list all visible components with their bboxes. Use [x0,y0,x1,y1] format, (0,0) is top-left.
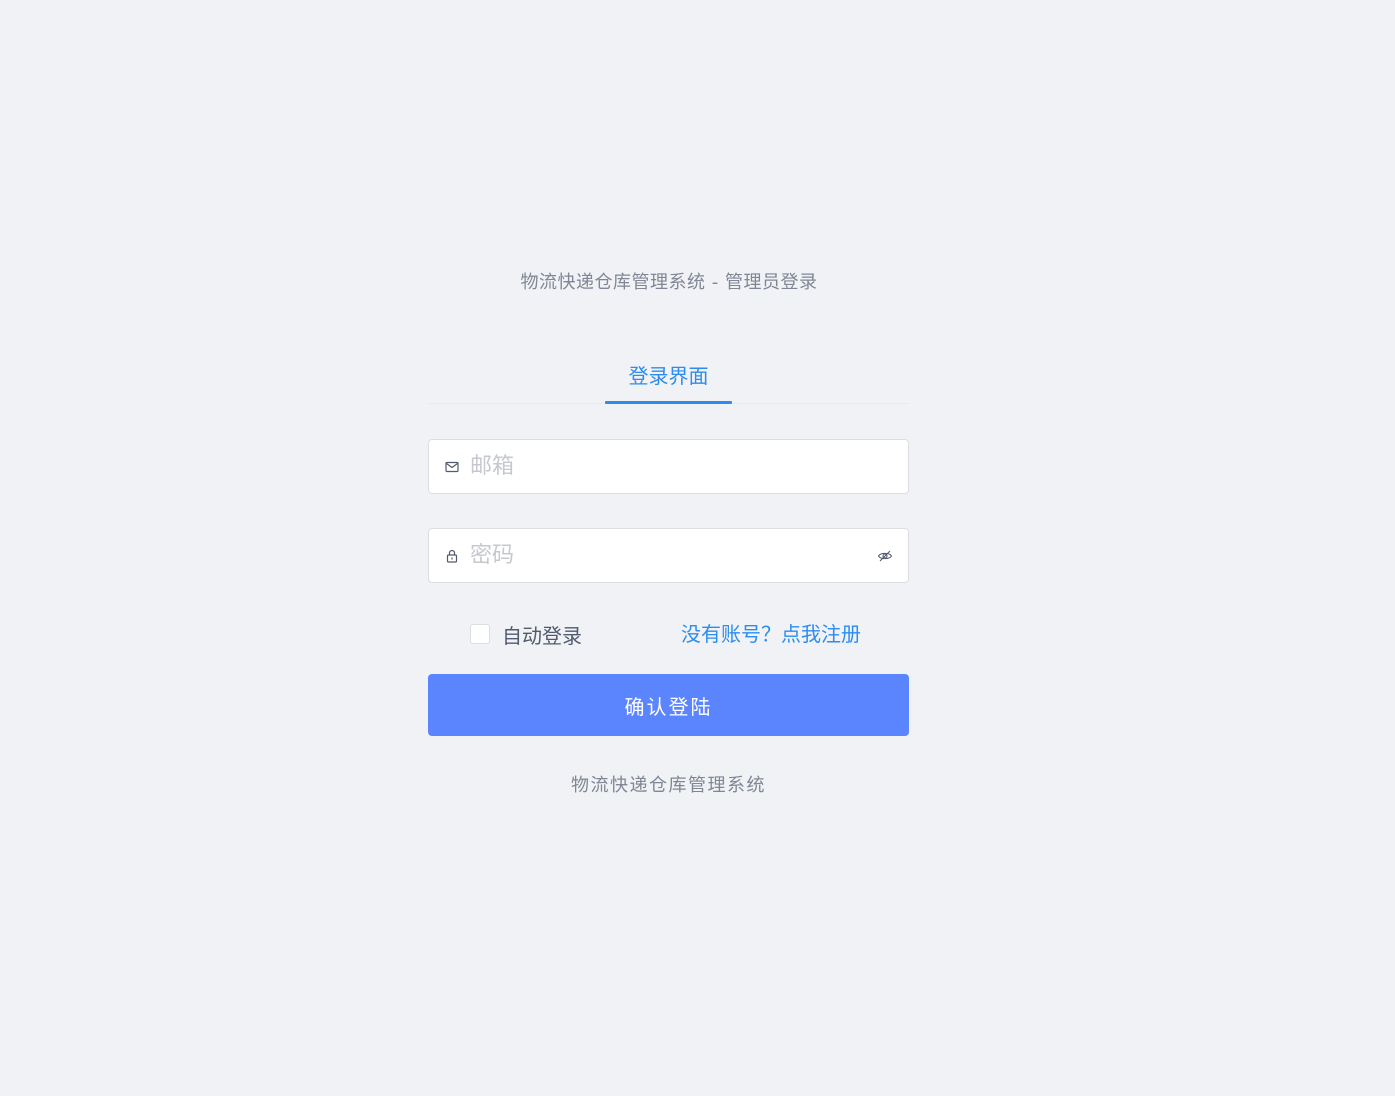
auto-login-label: 自动登录 [502,623,582,648]
tab-bar: 登录界面 [428,350,909,404]
login-options: 自动登录 没有账号？点我注册 [428,618,909,650]
register-link[interactable]: 没有账号？点我注册 [681,621,861,647]
footer-text: 物流快递仓库管理系统 [571,775,766,796]
auto-login-checkbox[interactable]: 自动登录 [470,621,582,648]
checkbox-box[interactable] [470,624,490,644]
lock-icon [444,548,460,564]
email-input[interactable] [470,440,870,493]
eye-off-icon[interactable] [877,548,893,564]
login-submit-button[interactable]: 确认登陆 [428,674,909,736]
email-field-wrapper [428,439,909,494]
page-subtitle: 物流快递仓库管理系统 - 管理员登录 [520,272,818,293]
password-field-wrapper [428,528,909,583]
login-form: 登录界面 邮箱 自动登录 没有账号？点我注册 确认登陆 物流快递仓库管理系统 [428,350,909,796]
tab-login[interactable]: 登录界面 [605,350,732,403]
mail-icon [444,459,460,475]
tab-active-indicator [605,401,732,404]
login-page: 物流快递仓库管理系统 - 管理员登录 登录界面 邮箱 自动登录 没有账号？点我注… [0,0,1395,1096]
password-input[interactable] [470,529,870,582]
